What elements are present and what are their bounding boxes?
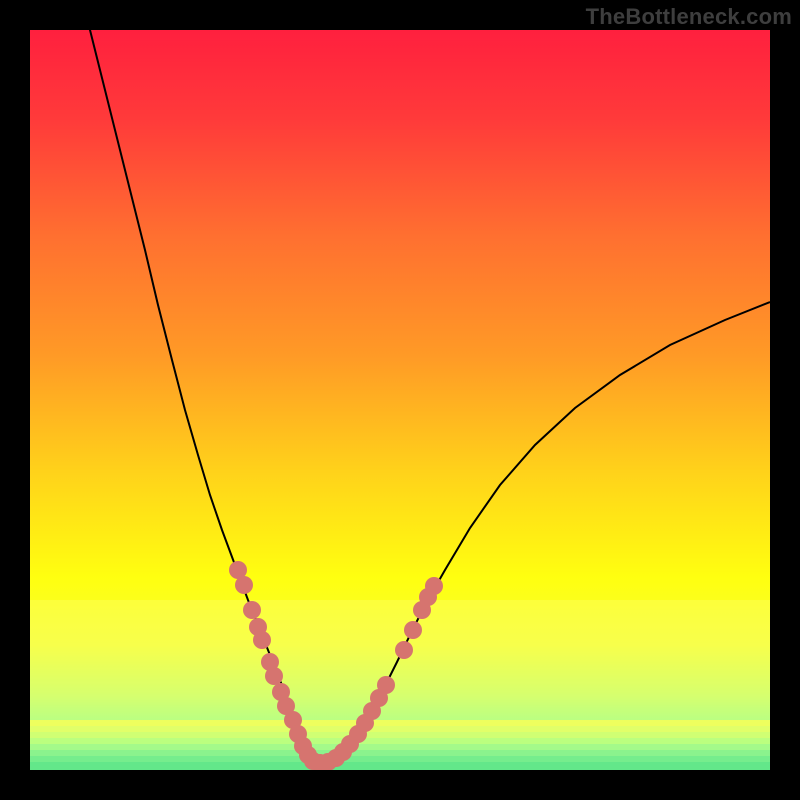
chart-marker [404,621,422,639]
chart-svg [30,30,770,770]
chart-marker [235,576,253,594]
chart-marker [377,676,395,694]
chart-marker [265,667,283,685]
chart-highlight-band [30,600,770,770]
chart-marker [243,601,261,619]
chart-marker [425,577,443,595]
chart-marker [395,641,413,659]
chart-frame [30,30,770,770]
chart-marker [253,631,271,649]
watermark-text: TheBottleneck.com [586,4,792,30]
